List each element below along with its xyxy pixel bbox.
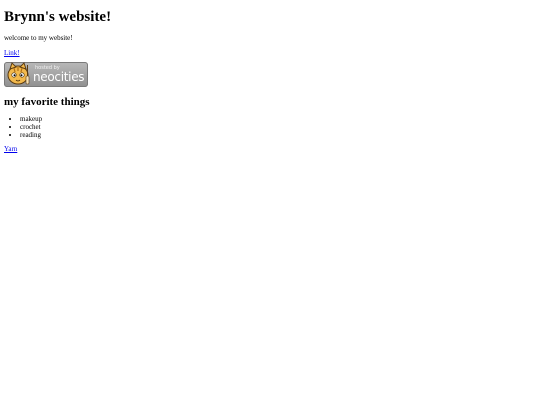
link-button[interactable]: Link! [4,49,20,57]
neocities-badge[interactable]: hosted by neocities [4,62,88,87]
yarn-paragraph: Yarn [4,145,534,154]
favorites-heading: my favorite things [4,96,90,108]
list-item: crochet [20,123,534,131]
page-title: Brynn's website! [4,9,112,25]
neocities-cat-icon [7,62,30,85]
welcome-text: welcome to my website! [4,34,73,42]
favorites-list: makeup crochet reading [4,115,534,139]
list-item: reading [20,131,534,139]
list-item: makeup [20,115,534,123]
badge-neocities-text: neocities [33,70,85,84]
yarn-link[interactable]: Yarn [4,145,17,153]
link-paragraph: Link! [4,49,534,58]
page-content: Brynn's website! welcome to my website! … [4,0,534,154]
